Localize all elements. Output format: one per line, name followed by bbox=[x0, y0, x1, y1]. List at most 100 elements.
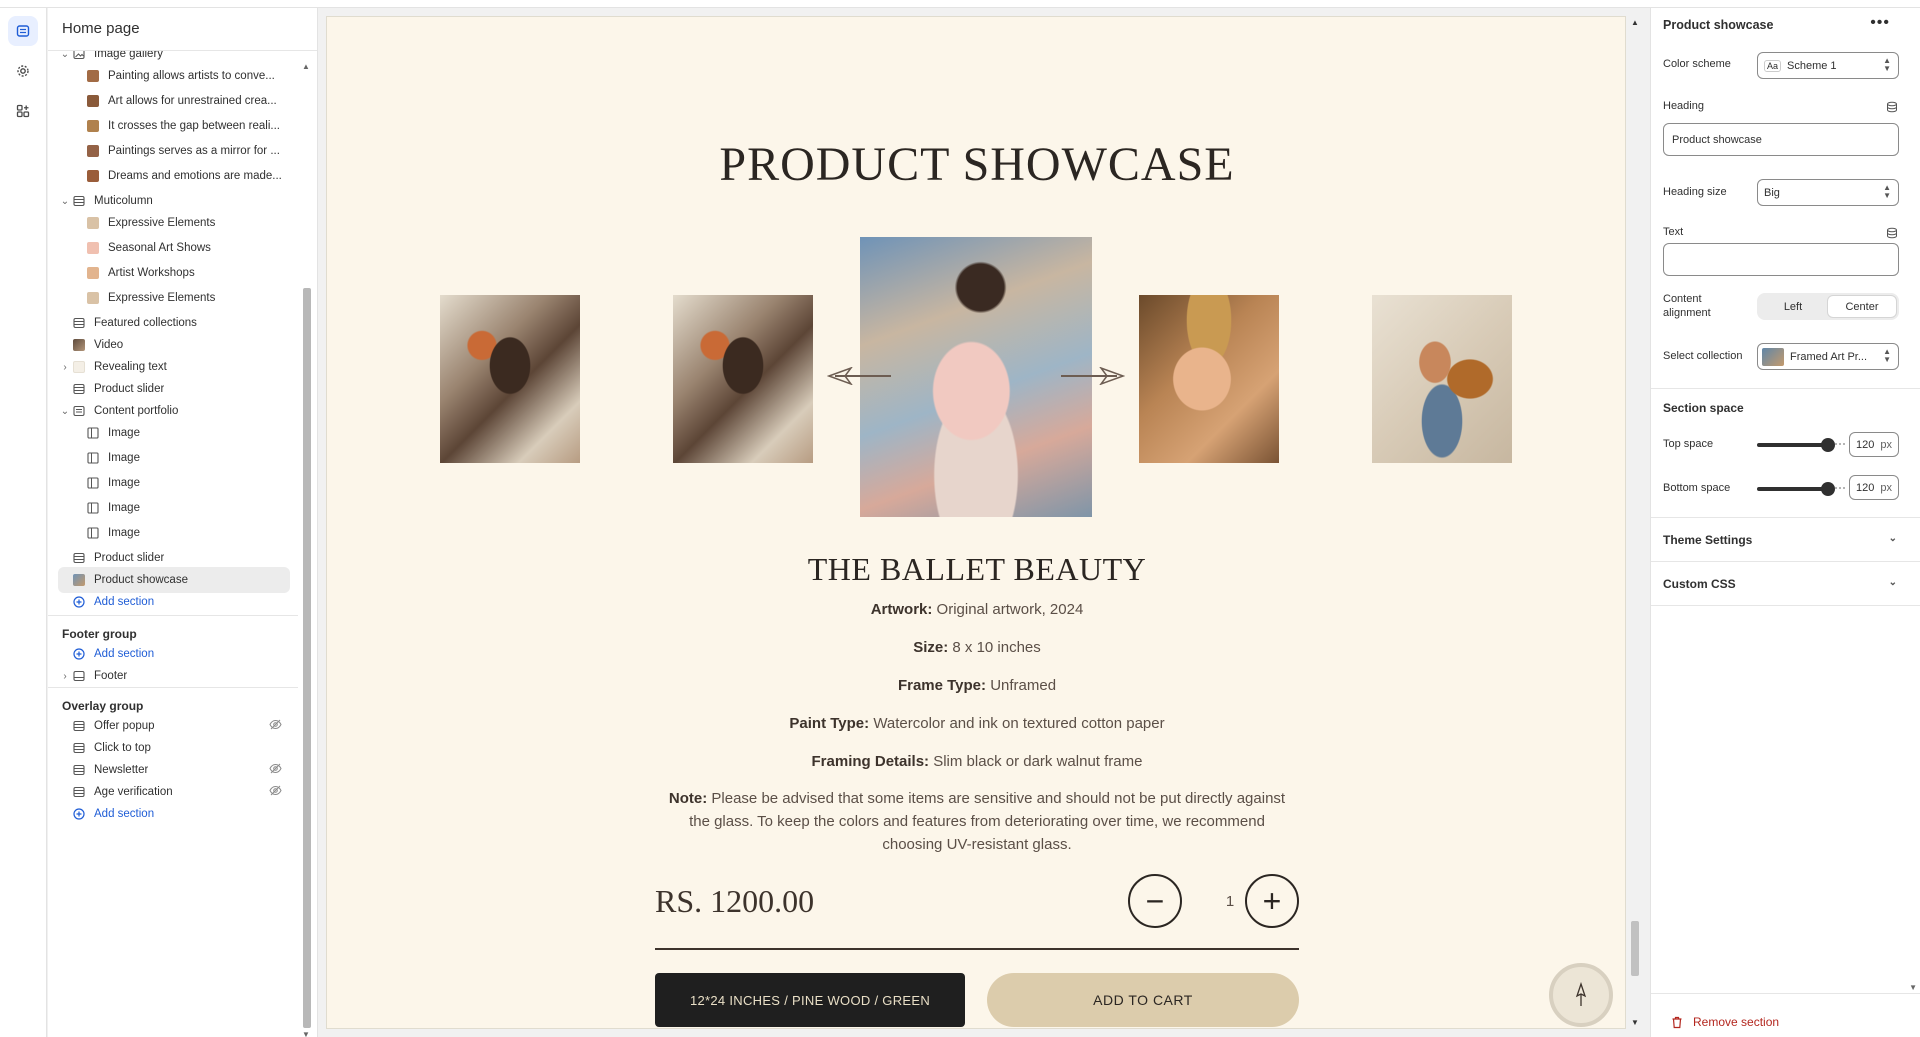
sidebar-item-label: Painting allows artists to conve... bbox=[108, 70, 275, 82]
sidebar-item-label: Image bbox=[108, 477, 140, 489]
spec-paint-type: Paint Type: Watercolor and ink on textur… bbox=[789, 715, 1165, 732]
chevron-right-icon[interactable]: › bbox=[58, 671, 72, 682]
image-thumb-icon bbox=[72, 574, 86, 586]
sidebar-footer-item[interactable]: › Footer bbox=[58, 663, 290, 689]
more-options-icon[interactable]: ••• bbox=[1870, 14, 1890, 32]
product-thumbnail-3[interactable] bbox=[1139, 295, 1279, 463]
gear-icon bbox=[17, 65, 29, 77]
sidebar-item-label: Product showcase bbox=[94, 574, 188, 586]
eye-off-icon[interactable] bbox=[269, 719, 282, 733]
sidebar-item-label: Image bbox=[108, 427, 140, 439]
dynamic-source-icon[interactable] bbox=[1886, 101, 1898, 113]
canvas-scroll-thumb[interactable] bbox=[1631, 921, 1639, 976]
chevron-right-icon[interactable]: › bbox=[58, 362, 72, 373]
product-thumbnail-4[interactable] bbox=[1372, 295, 1512, 463]
group-divider bbox=[48, 615, 298, 616]
minus-icon: − bbox=[1145, 882, 1165, 919]
sidebar-block-item[interactable]: Dreams and emotions are made... bbox=[58, 163, 290, 189]
quantity-decrease-button[interactable]: − bbox=[1128, 874, 1182, 928]
align-center-option[interactable]: Center bbox=[1827, 295, 1897, 318]
sidebar-block-item[interactable]: Art allows for unrestrained crea... bbox=[58, 88, 290, 114]
apps-nav-button[interactable] bbox=[8, 96, 38, 126]
text-label: Text bbox=[1663, 226, 1684, 238]
bottom-space-slider[interactable] bbox=[1757, 482, 1845, 496]
sidebar-block-item[interactable]: Image bbox=[58, 445, 290, 471]
theme-settings-toggle[interactable]: Theme Settings ⌄ bbox=[1663, 533, 1899, 547]
sidebar-block-item[interactable]: Artist Workshops bbox=[58, 260, 290, 286]
canvas-scrollbar[interactable]: ▲ ▼ bbox=[1628, 16, 1642, 1029]
heading-label: Heading bbox=[1663, 100, 1704, 112]
spec-frame-type: Frame Type: Unframed bbox=[897, 677, 1057, 694]
layout-icon bbox=[72, 317, 86, 329]
sidebar-block-item[interactable]: Image bbox=[58, 420, 290, 446]
sections-nav-button[interactable] bbox=[8, 16, 38, 46]
sidebar-block-item[interactable]: Image bbox=[58, 520, 290, 546]
chevron-down-icon[interactable]: ⌄ bbox=[58, 406, 72, 417]
canvas-scroll-up-icon[interactable]: ▲ bbox=[1631, 18, 1639, 27]
spec-framing-details: Framing Details: Slim black or dark waln… bbox=[811, 753, 1143, 770]
heading-size-select[interactable]: Big ▲ ▼ bbox=[1757, 179, 1899, 206]
variant-select-button[interactable]: 12*24 INCHES / PINE WOOD / GREEN bbox=[655, 973, 965, 1027]
product-thumbnail-1[interactable] bbox=[440, 295, 580, 463]
panel-scroll-down-icon[interactable]: ▼ bbox=[1909, 983, 1917, 992]
collection-select[interactable]: Framed Art Pr... ▲ ▼ bbox=[1757, 343, 1899, 370]
compass-button[interactable] bbox=[1549, 963, 1613, 1027]
next-arrow-icon[interactable] bbox=[1099, 367, 1125, 385]
top-space-slider[interactable] bbox=[1757, 438, 1845, 452]
sidebar-item-label: Product slider bbox=[94, 383, 165, 395]
sidebar-block-item[interactable]: Seasonal Art Shows bbox=[58, 235, 290, 261]
quantity-increase-button[interactable]: + bbox=[1245, 874, 1299, 928]
quantity-value[interactable]: 1 bbox=[1210, 893, 1250, 910]
block-thumbnail-icon bbox=[86, 145, 100, 157]
block-thumbnail-icon bbox=[86, 95, 100, 107]
sidebar-item-label: Expressive Elements bbox=[108, 217, 216, 229]
bottom-space-slider-knob[interactable] bbox=[1821, 482, 1835, 496]
text-input[interactable] bbox=[1663, 243, 1899, 276]
layout-icon bbox=[72, 720, 86, 732]
add-overlay-section-button[interactable]: Add section bbox=[58, 801, 290, 827]
scroll-down-icon[interactable]: ▼ bbox=[302, 1030, 310, 1037]
eye-off-icon[interactable] bbox=[269, 763, 282, 777]
top-space-input[interactable]: 120 px bbox=[1849, 432, 1899, 457]
add-to-cart-button[interactable]: ADD TO CART bbox=[987, 973, 1299, 1027]
scroll-up-icon[interactable]: ▲ bbox=[302, 62, 310, 71]
bottom-space-input[interactable]: 120 px bbox=[1849, 475, 1899, 500]
custom-css-toggle[interactable]: Custom CSS ⌄ bbox=[1663, 577, 1899, 591]
video-icon bbox=[72, 339, 86, 351]
add-section-button[interactable]: Add section bbox=[58, 589, 290, 615]
sidebar-block-item[interactable]: Image bbox=[58, 495, 290, 521]
product-thumbnail-2[interactable] bbox=[673, 295, 813, 463]
sidebar-block-item[interactable]: Painting allows artists to conve... bbox=[58, 63, 290, 89]
select-caret-icon: ▲ ▼ bbox=[1883, 183, 1891, 200]
sidebar-scroll-thumb[interactable] bbox=[303, 288, 311, 1028]
chevron-down-icon[interactable]: ⌄ bbox=[58, 196, 72, 207]
sidebar-item-label: It crosses the gap between reali... bbox=[108, 120, 280, 132]
heading-input[interactable]: Product showcase bbox=[1663, 123, 1899, 156]
eye-off-icon[interactable] bbox=[269, 785, 282, 799]
canvas-scroll-down-icon[interactable]: ▼ bbox=[1631, 1018, 1639, 1027]
sidebar-scrollbar[interactable]: ▲ ▼ bbox=[302, 56, 311, 1037]
layout-icon bbox=[72, 383, 86, 395]
trash-icon bbox=[1672, 1016, 1682, 1028]
sidebar-block-item[interactable]: Paintings serves as a mirror for ... bbox=[58, 138, 290, 164]
group-divider bbox=[48, 687, 298, 688]
product-price: RS. 1200.00 bbox=[655, 883, 815, 919]
preview-canvas: PRODUCT SHOWCASE THE BALLET BEAUTY Artwo… bbox=[326, 16, 1626, 1029]
dynamic-source-icon[interactable] bbox=[1886, 227, 1898, 239]
footer-group-title: Footer group bbox=[62, 627, 137, 641]
top-space-slider-knob[interactable] bbox=[1821, 438, 1835, 452]
chevron-down-icon[interactable]: ⌄ bbox=[58, 51, 72, 60]
prev-arrow-icon[interactable] bbox=[827, 367, 853, 385]
sidebar-block-item[interactable]: It crosses the gap between reali... bbox=[58, 113, 290, 139]
sidebar-block-item[interactable]: Image bbox=[58, 470, 290, 496]
sidebar-item-label: Content portfolio bbox=[94, 405, 179, 417]
remove-section-button[interactable]: Remove section bbox=[1671, 1015, 1779, 1029]
align-left-option[interactable]: Left bbox=[1759, 295, 1827, 318]
collection-thumb-icon bbox=[1762, 347, 1784, 366]
block-thumbnail-icon bbox=[86, 242, 100, 254]
settings-nav-button[interactable] bbox=[8, 56, 38, 86]
color-scheme-select[interactable]: Aa Scheme 1 ▲ ▼ bbox=[1757, 52, 1899, 79]
product-main-image[interactable] bbox=[860, 237, 1092, 517]
sidebar-block-item[interactable]: Expressive Elements bbox=[58, 210, 290, 236]
sidebar-block-item[interactable]: Expressive Elements bbox=[58, 285, 290, 311]
